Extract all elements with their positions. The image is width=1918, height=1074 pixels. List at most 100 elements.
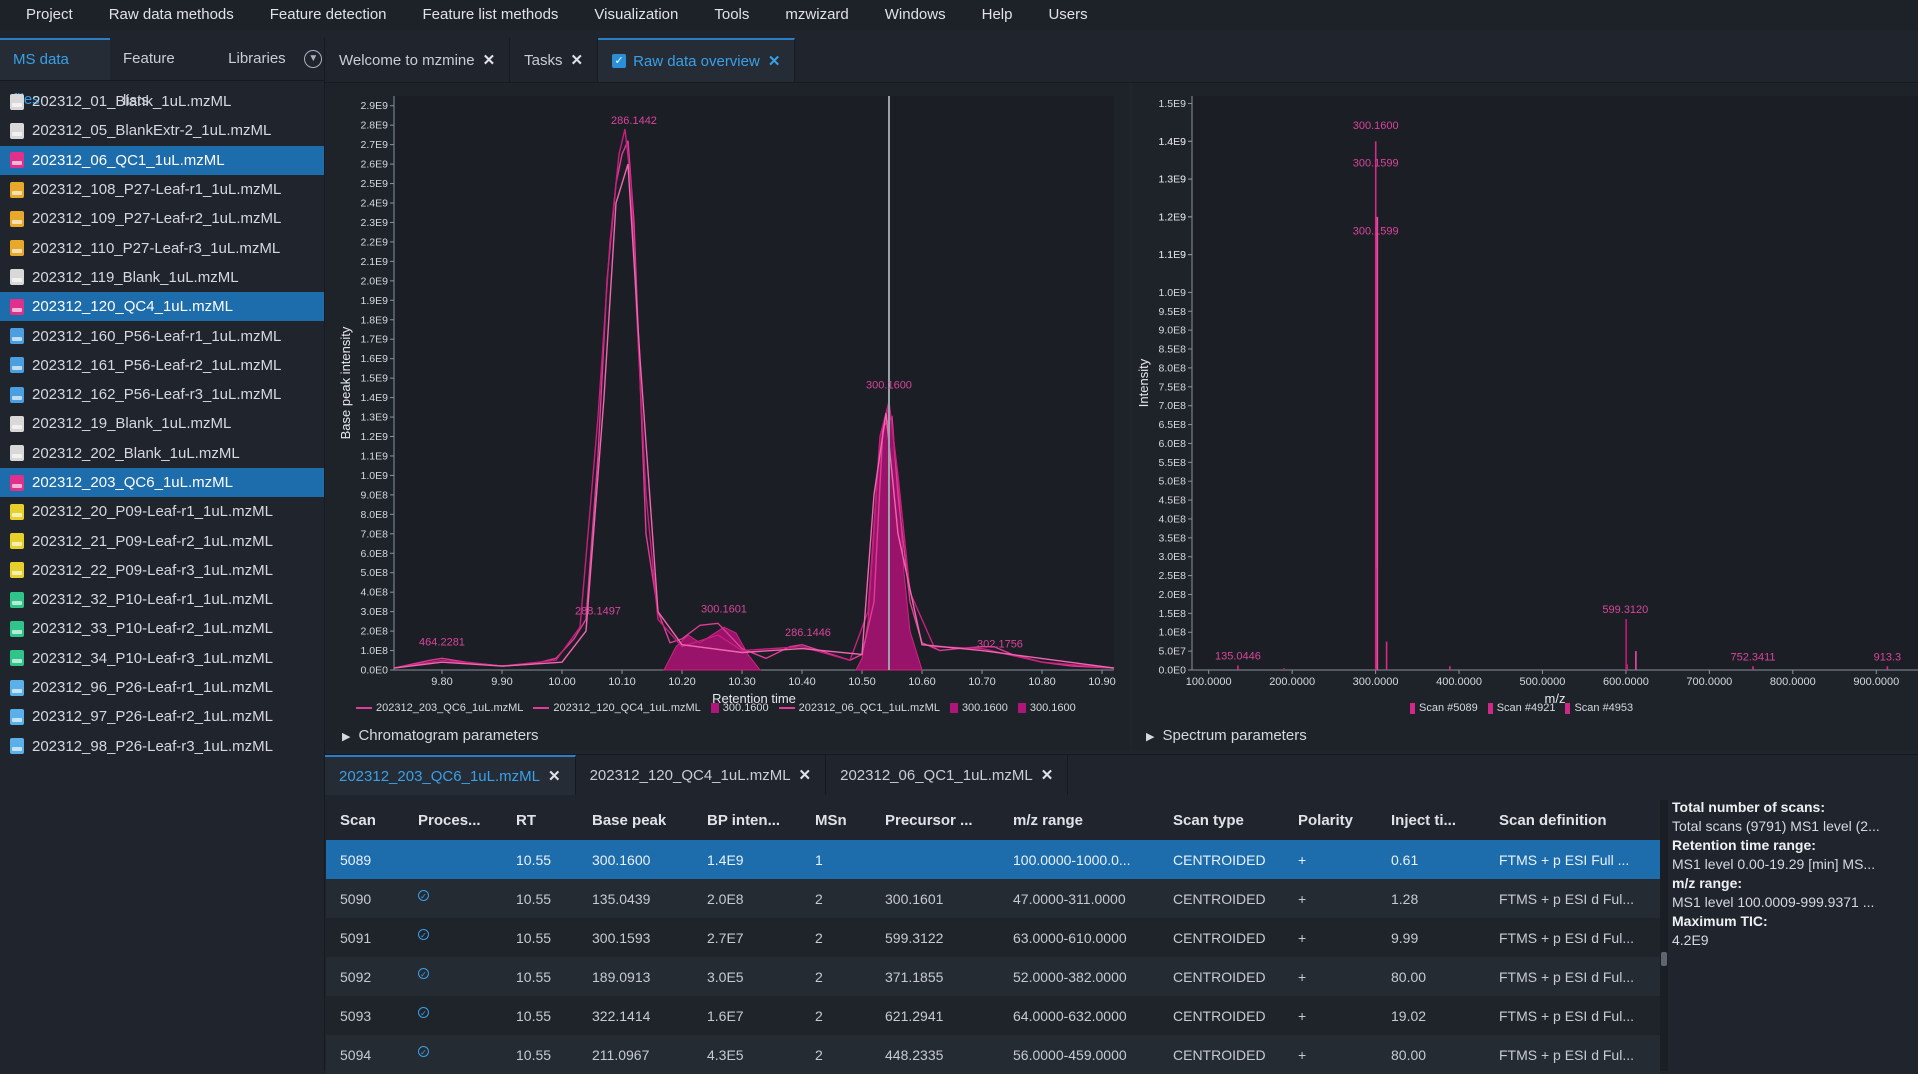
tab-libraries[interactable]: Libraries — [215, 38, 299, 80]
y-axis-title: Base peak intensity — [338, 326, 353, 439]
menu-raw-data-methods[interactable]: Raw data methods — [91, 0, 252, 30]
column-header[interactable]: m/z range — [999, 800, 1159, 840]
raw-file-item[interactable]: 202312_160_P56-Leaf-r1_1uL.mzML — [0, 321, 324, 350]
tab-file-qc4[interactable]: 202312_120_QC4_1uL.mzML ✕ — [576, 755, 827, 795]
raw-file-item[interactable]: 202312_202_Blank_1uL.mzML — [0, 439, 324, 468]
legend-entry[interactable]: 202312_06_QC1_1uL.mzML — [778, 702, 940, 714]
raw-file-item[interactable]: 202312_119_Blank_1uL.mzML — [0, 263, 324, 292]
scrollbar-thumb[interactable] — [1661, 952, 1667, 966]
raw-file-item[interactable]: 202312_21_P09-Leaf-r2_1uL.mzML — [0, 526, 324, 555]
x-tick-label: 10.20 — [668, 676, 696, 688]
menu-windows[interactable]: Windows — [867, 0, 964, 30]
cell-base-peak: 300.1600 — [578, 840, 693, 879]
column-header[interactable]: RT — [502, 800, 578, 840]
legend-entry[interactable]: Scan #5089 — [1410, 702, 1478, 714]
tab-feature-lists[interactable]: Feature lists — [110, 38, 215, 109]
legend-entry[interactable]: 202312_120_QC4_1uL.mzML — [533, 702, 701, 714]
raw-file-item[interactable]: 202312_108_P27-Leaf-r1_1uL.mzML — [0, 175, 324, 204]
y-tick-label: 1.1E9 — [1159, 249, 1187, 261]
legend-entry[interactable]: 300.1600 — [710, 702, 769, 714]
raw-file-item[interactable]: 202312_162_P56-Leaf-r3_1uL.mzML — [0, 380, 324, 409]
column-header[interactable]: Scan type — [1159, 800, 1284, 840]
column-header[interactable]: Precursor ... — [871, 800, 999, 840]
raw-file-item[interactable]: 202312_203_QC6_1uL.mzML — [0, 467, 324, 498]
menu-tools[interactable]: Tools — [696, 0, 767, 30]
raw-file-item[interactable]: 202312_05_BlankExtr-2_1uL.mzML — [0, 116, 324, 145]
tab-raw-data-overview[interactable]: ✓ Raw data overview ✕ — [598, 38, 796, 82]
tab-tasks[interactable]: Tasks ✕ — [510, 38, 599, 82]
close-icon[interactable]: ✕ — [799, 766, 812, 784]
raw-file-item[interactable]: 202312_22_P09-Leaf-r3_1uL.mzML — [0, 556, 324, 585]
raw-file-item[interactable]: 202312_161_P56-Leaf-r2_1uL.mzML — [0, 351, 324, 380]
cell-mz-range: 100.0000-1000.0... — [999, 840, 1159, 879]
column-header[interactable]: BP inten... — [693, 800, 801, 840]
peak-label: 286.1446 — [785, 627, 831, 639]
raw-file-item[interactable]: 202312_20_P09-Leaf-r1_1uL.mzML — [0, 497, 324, 526]
tab-file-qc1[interactable]: 202312_06_QC1_1uL.mzML ✕ — [826, 755, 1069, 795]
x-tick-label: 10.50 — [848, 676, 876, 688]
chromatogram-plot[interactable]: 9.80 9.90 10.00 10.10 10.20 10.30 10.40 10.50 10… — [326, 84, 1130, 704]
tab-file-qc6[interactable]: 202312_203_QC6_1uL.mzML ✕ — [325, 755, 576, 795]
menu-visualization[interactable]: Visualization — [576, 0, 696, 30]
menu-users[interactable]: Users — [1030, 0, 1105, 30]
close-icon[interactable]: ✕ — [1041, 766, 1054, 784]
column-header[interactable]: MSn — [801, 800, 871, 840]
checkbox-icon[interactable]: ✓ — [612, 54, 627, 68]
column-header[interactable]: Base peak — [578, 800, 693, 840]
column-header[interactable]: Polarity — [1284, 800, 1377, 840]
raw-file-item[interactable]: 202312_01_Blank_1uL.mzML — [0, 87, 324, 116]
raw-file-item[interactable]: 202312_33_P10-Leaf-r2_1uL.mzML — [0, 614, 324, 643]
tab-overflow-button[interactable]: ▼ — [303, 38, 324, 80]
close-icon[interactable]: ✕ — [571, 51, 584, 69]
spectrum-plot[interactable]: 100.0000 200.0000 300.0000 400.0000 500.0000… — [1132, 84, 1918, 704]
peak-label: 302.1756 — [977, 638, 1023, 650]
table-row[interactable]: 5092 ✓ 10.55 189.0913 3.0E5 2 371.1855 52.0000-… — [326, 957, 1660, 996]
legend-entry[interactable]: 300.1600 — [949, 702, 1008, 714]
close-icon[interactable]: ✕ — [483, 51, 496, 69]
column-header[interactable]: Inject ti... — [1377, 800, 1485, 840]
cell-rt: 10.55 — [502, 840, 578, 879]
raw-file-item[interactable]: 202312_19_Blank_1uL.mzML — [0, 409, 324, 438]
raw-file-name: 202312_110_P27-Leaf-r3_1uL.mzML — [32, 239, 281, 257]
y-tick-label: 1.4E9 — [1159, 136, 1187, 148]
chromatogram-parameters-toggle[interactable]: ▶ Chromatogram parameters — [342, 727, 539, 744]
raw-file-item[interactable]: 202312_32_P10-Leaf-r1_1uL.mzML — [0, 585, 324, 614]
table-row[interactable]: 5094 ✓ 10.55 211.0967 4.3E5 2 448.2335 56.0000-… — [326, 1035, 1660, 1074]
raw-file-item[interactable]: 202312_34_P10-Leaf-r3_1uL.mzML — [0, 644, 324, 673]
processed-check-icon: ✓ — [418, 1045, 429, 1057]
table-scrollbar[interactable] — [1660, 800, 1668, 1071]
raw-file-item[interactable]: 202312_96_P26-Leaf-r1_1uL.mzML — [0, 673, 324, 702]
legend-entry[interactable]: Scan #4953 — [1565, 702, 1633, 714]
menu-mzwizard[interactable]: mzwizard — [767, 0, 866, 30]
column-header[interactable]: Scan definition — [1485, 800, 1660, 840]
legend-swatch — [1017, 703, 1026, 713]
tab-welcome[interactable]: Welcome to mzmine ✕ — [325, 38, 511, 82]
close-icon[interactable]: ✕ — [548, 767, 561, 785]
legend-entry[interactable]: 202312_203_QC6_1uL.mzML — [356, 702, 523, 714]
table-row[interactable]: 5089 10.55 300.1600 1.4E9 1 100.0000-1000.0..… — [326, 840, 1660, 879]
raw-file-item[interactable]: 202312_06_QC1_1uL.mzML — [0, 145, 324, 175]
legend-entry[interactable]: Scan #4921 — [1487, 702, 1555, 714]
legend-label: Scan #5089 — [1419, 702, 1478, 714]
close-icon[interactable]: ✕ — [768, 52, 781, 70]
raw-file-item[interactable]: 202312_109_P27-Leaf-r2_1uL.mzML — [0, 204, 324, 233]
tab-ms-data-files[interactable]: MS data files — [0, 38, 110, 108]
raw-file-item[interactable]: 202312_120_QC4_1uL.mzML — [0, 292, 324, 322]
raw-file-icon — [10, 181, 24, 198]
column-header[interactable]: Proces... — [404, 800, 502, 840]
x-tick-label: 9.90 — [491, 676, 512, 688]
table-row[interactable]: 5090 ✓ 10.55 135.0439 2.0E8 2 300.1601 47.0000-… — [326, 879, 1660, 918]
menu-help[interactable]: Help — [964, 0, 1031, 30]
raw-file-item[interactable]: 202312_97_P26-Leaf-r2_1uL.mzML — [0, 702, 324, 731]
menu-feature-list-methods[interactable]: Feature list methods — [405, 0, 577, 30]
legend-entry[interactable]: 300.1600 — [1017, 702, 1076, 714]
column-header[interactable]: Scan — [326, 800, 404, 840]
cell-msn: 2 — [801, 1035, 871, 1074]
spectrum-parameters-toggle[interactable]: ▶ Spectrum parameters — [1146, 727, 1307, 744]
raw-file-item[interactable]: 202312_110_P27-Leaf-r3_1uL.mzML — [0, 233, 324, 262]
menu-feature-detection[interactable]: Feature detection — [252, 0, 405, 30]
menu-project[interactable]: Project — [0, 0, 91, 30]
table-row[interactable]: 5093 ✓ 10.55 322.1414 1.6E7 2 621.2941 64.0000-… — [326, 996, 1660, 1035]
table-row[interactable]: 5091 ✓ 10.55 300.1593 2.7E7 2 599.3122 63.0000-… — [326, 918, 1660, 957]
raw-file-item[interactable]: 202312_98_P26-Leaf-r3_1uL.mzML — [0, 732, 324, 761]
